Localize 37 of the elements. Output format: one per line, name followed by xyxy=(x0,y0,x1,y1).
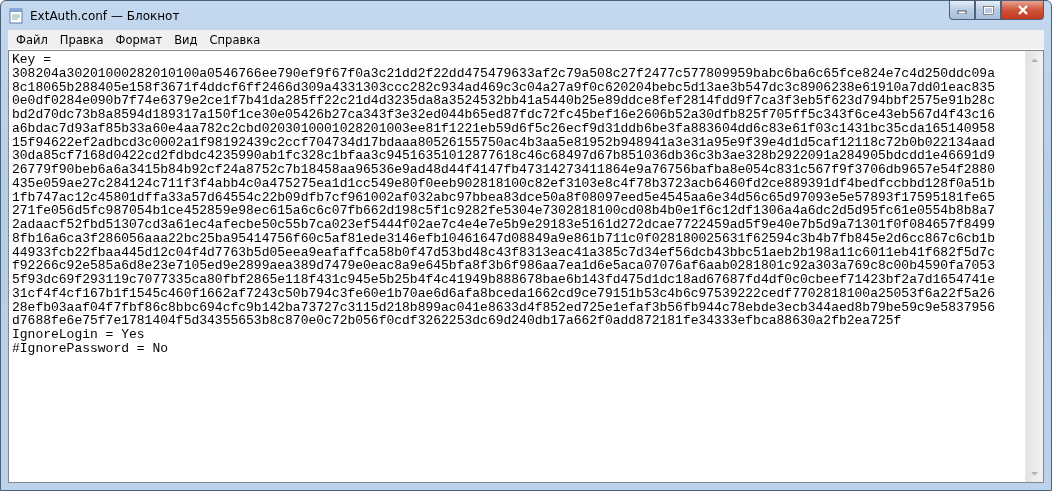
menu-item[interactable]: Файл xyxy=(10,32,54,47)
menu-item[interactable]: Справка xyxy=(203,32,267,47)
close-button[interactable] xyxy=(1001,1,1044,20)
window-title: ExtAuth.conf — Блокнот xyxy=(30,8,180,23)
text-line: #IgnorePassword = No xyxy=(12,341,169,356)
text-line: 28efb03aaf04f7fbf86c8bbc694cfc9b142ba73727c3115d218b899ac041e8633d4f852ed725e1efaf3b56fb944c78ebde3ecb344aed8b79be59c9e5837956 xyxy=(12,300,995,315)
text-line: Key = xyxy=(12,53,51,67)
text-line: a6bdac7d93af85b33a60e4aa782c2cbd0203010001028201003ee81f1221eb59d6f5c26ecf9d31ddb6be3fa883604dd6c83e61f03c1431bc35cda165140958 xyxy=(12,121,995,136)
notepad-icon xyxy=(8,7,24,24)
scroll-up-icon xyxy=(1031,57,1038,62)
text-line: 308204a30201000282010100a0546766ee790ef9f67f0a3c21dd2f22dd475479633af2c79a508c27f2477c577809959babc6ba6c65fce824e7c4d250ddc09a xyxy=(12,66,995,81)
menu-item[interactable]: Формат xyxy=(109,32,169,47)
text-line: 8c18065b288405e158f3671f4ddcf6ff2466d309a4331303ccc282c934ad469c3c04a27a9f0c620204bebc5d13ae3b547dc3c8906238e61910a7dd01eac835 xyxy=(12,80,995,95)
text-line: 5f93dc69f293119c7077335ca80fbf2865e118f431c945e5b25b4f4c41949b888678bae6b143fd475d1dc18ad67687fd4df0c0cbeef71423bf2a7d1654741e xyxy=(12,273,995,287)
text-line: 26779f90beb6a6a3415b84b92cf24a8752c7b18458aa96536e9ad48d44f4147fb47314273411864e9a76756bafba8e054c831c567f9f3706db9657e54f2880 xyxy=(12,163,995,177)
menu-item[interactable]: Правка xyxy=(53,32,110,47)
text-line: 435e059ae27c284124c711f3f4abb4c0a475275ea1d1cc549e80f0eeb902818100c82ef3103e8c4f78b3723acb6460fd2ce889391df4bedfccbbd128f0a51b xyxy=(12,176,995,191)
text-line: IgnoreLogin = Yes xyxy=(12,328,145,342)
text-line: 8fb16a6ca3f286056aaa22bc25ba95414756f60c5af81ede3146efb10461647d08849a9e861b711c0f028180025631f62594c3b4b7fb845e2d6cc867c6cb1b xyxy=(12,231,995,246)
text-line: 271fe056d5fc987054b1ce452859e98ec615a6c6c07fb662d198c5f1c9282fe5304e7302818100cd08b4b0e1f6c12df1306a4a6dc2d5d95fc61e0554b8b8a7 xyxy=(12,204,995,218)
scroll-down-icon xyxy=(1031,471,1038,476)
text-line: 31cf4f4cf167b1f1545c460f1662af7243c50b794c3fe60e1b70ae6d6afa8bceda1662cd9ce79151b53c4b6c97539222cedf7702818100a25053f6a22f5a26 xyxy=(12,286,995,301)
text-line: d7688fe6e75f7e1781404f5d34355653b8c870e0c72b056f0cdf3262253dc69d240db17a662f0add872181fe34333efbca88630a2fb2ea725f xyxy=(12,314,902,328)
minimize-button[interactable] xyxy=(949,1,975,20)
vertical-scrollbar[interactable] xyxy=(1025,51,1043,482)
menu-item[interactable]: Вид xyxy=(168,32,204,47)
maximize-icon xyxy=(982,5,994,15)
text-line: 0e0df0284e090b7f74e6379e2ce1f7b41da285ff22c21d4d3235da8a3524532bb41a5440b25e89ddce8fef2814fdd9f7ca3f3eb5f623d794bbf2575e91b28c xyxy=(12,94,995,108)
close-icon xyxy=(1016,5,1029,15)
maximize-button[interactable] xyxy=(975,1,1001,20)
text-line: 30da85cf7168d0422cd2fdbdc4235990ab1fc328c1bfaa3c94516351012877618c46c68497d67b851036db36c3b3ae328b2922091a284905bdcdd1e46691d9 xyxy=(12,149,995,163)
text-line: bd2d70dc73b8a8594d189317a150f1ce30e05426b27ca343f3e32ed044b65ed87fdc72fc45bef16e2606b52a30dfb825f705ff5c343f6ce43eb567d4f43c16 xyxy=(12,108,995,122)
text-line: 2adaacf52fbd51307cd3a61ec4afecbe50c55b7ca023ef5444f02ae7c4e4e7e5b9e29183e5161d272dcae7722459ad5f9e40e7b5d9a71301f0f084657f8499 xyxy=(12,218,995,232)
text-line: 1fb747ac12c45801dffa33a57d64554c22b09dfb7cf961002af032abc97bbea83dce50a8f08097eed5e4545aa6e34d56c65d97093e5e57893f17595181fe65 xyxy=(12,190,995,205)
text-line: 15f94622ef2adbcd3c0002a1f98192439c2ccf704734d17bdaaa80526155750ac4b3aa5e81952b948941a3e31a95e9f39e4d1d5caf12118c72b0b022134aad xyxy=(12,135,995,150)
text-line: f92266c92e585a6d8e23e7105ed9e2899aea389d7479e0eac8a9e645bfa8f3b6f986aa7ea1d6e5aca07076af6aab0281801c92a303a769c8c00b4590fa7053 xyxy=(12,259,995,273)
text-line: 44933fcb22fbaa445d12c04f4d7763b5d05eea9eafaffca58b0f47d53bd48c43f8313eac41a385c7d34ef56dcb43bbc51aeb2b198a11c6011eb41f682f5d7c xyxy=(12,245,995,260)
